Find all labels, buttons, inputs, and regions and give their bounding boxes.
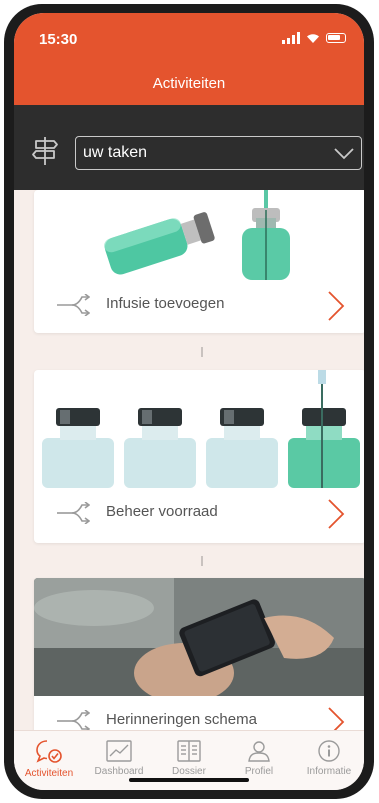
tab-activiteiten[interactable]: Activiteiten bbox=[14, 731, 84, 790]
task-filter-value: uw taken bbox=[83, 144, 148, 161]
status-icons bbox=[282, 32, 346, 44]
card-label: Infusie toevoegen bbox=[106, 295, 225, 312]
tab-informatie[interactable]: Informatie bbox=[294, 731, 364, 790]
tab-label: Activiteiten bbox=[24, 768, 74, 779]
chart-icon bbox=[106, 740, 132, 762]
battery-icon bbox=[326, 33, 346, 43]
task-filter-select[interactable]: uw taken bbox=[75, 136, 362, 170]
route-icon bbox=[57, 502, 90, 524]
app-header: 15:30 Activiteiten bbox=[14, 13, 364, 105]
card-row: Beheer voorraad bbox=[34, 488, 364, 540]
activity-card-herinneringen[interactable]: Herinneringen schema bbox=[34, 578, 364, 730]
signal-icon bbox=[282, 32, 300, 44]
card-row: Infusie toevoegen bbox=[34, 280, 364, 332]
chevron-right-icon[interactable] bbox=[326, 706, 346, 730]
activity-bubble-icon bbox=[36, 740, 62, 763]
route-icon bbox=[57, 294, 90, 316]
person-icon bbox=[248, 741, 270, 762]
card-connector bbox=[201, 556, 203, 566]
info-icon bbox=[318, 740, 340, 762]
phone-hands-image bbox=[34, 578, 364, 696]
card-label: Herinneringen schema bbox=[106, 711, 257, 728]
route-icon bbox=[57, 710, 90, 730]
chevron-down-icon bbox=[334, 148, 354, 160]
app-screen: 15:30 Activiteiten uw taken Infusie toev… bbox=[14, 13, 364, 790]
tab-label: Dossier bbox=[172, 766, 206, 777]
signpost-icon bbox=[32, 137, 58, 165]
bottles-image bbox=[34, 370, 364, 488]
activity-card-voorraad[interactable]: Beheer voorraad bbox=[34, 370, 364, 543]
tab-label: Dashboard bbox=[94, 766, 144, 777]
status-time: 15:30 bbox=[39, 31, 78, 48]
book-icon bbox=[177, 740, 201, 762]
activity-list: Infusie toevoegen Beheer voorraad Herinn… bbox=[14, 190, 364, 730]
card-connector bbox=[201, 347, 203, 357]
card-row: Herinneringen schema bbox=[34, 696, 364, 730]
vials-image bbox=[34, 190, 364, 280]
home-indicator bbox=[129, 778, 249, 782]
filter-bar: uw taken bbox=[14, 105, 364, 190]
tab-label: Profiel bbox=[244, 766, 274, 777]
activity-card-infusie[interactable]: Infusie toevoegen bbox=[34, 190, 364, 333]
page-title: Activiteiten bbox=[152, 75, 226, 92]
tab-label: Informatie bbox=[306, 766, 352, 777]
card-label: Beheer voorraad bbox=[106, 503, 218, 520]
wifi-icon bbox=[307, 33, 319, 43]
chevron-right-icon[interactable] bbox=[326, 498, 346, 530]
phone-frame: 15:30 Activiteiten uw taken Infusie toev… bbox=[4, 4, 374, 799]
chevron-right-icon[interactable] bbox=[326, 290, 346, 322]
